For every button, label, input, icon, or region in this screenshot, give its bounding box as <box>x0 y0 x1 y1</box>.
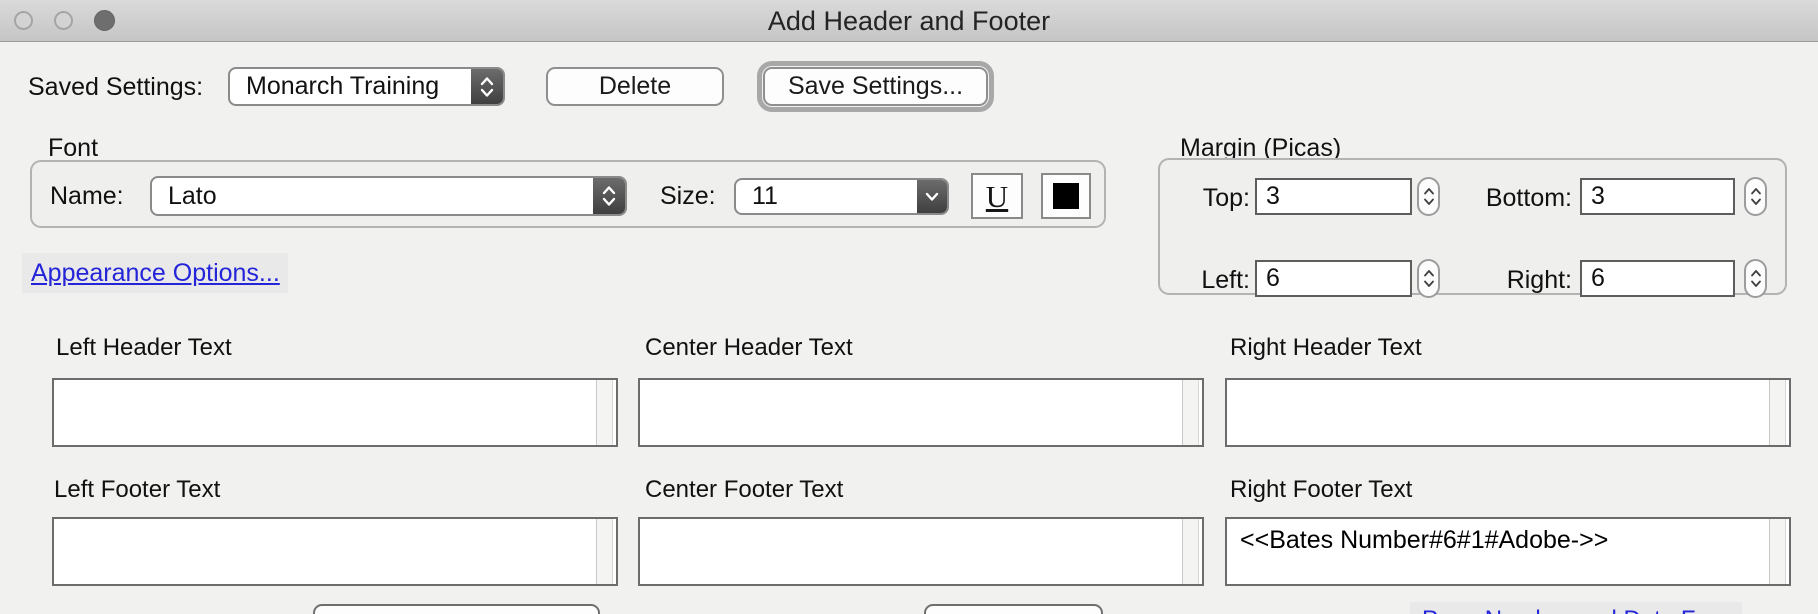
margin-left-stepper[interactable] <box>1417 259 1440 298</box>
partial-bottom-button-right[interactable] <box>924 604 1103 614</box>
margin-bottom-field[interactable]: 3 <box>1580 178 1735 215</box>
margin-left-label: Left: <box>1201 266 1250 294</box>
margin-bottom-value: 3 <box>1591 182 1605 210</box>
font-size-combo[interactable]: 11 <box>734 178 949 215</box>
partial-bottom-button-left[interactable] <box>313 604 600 614</box>
left-footer-label: Left Footer Text <box>54 476 221 503</box>
margin-right-stepper[interactable] <box>1744 259 1767 298</box>
saved-settings-select[interactable]: Monarch Training <box>228 67 505 106</box>
left-header-textarea[interactable] <box>52 378 618 447</box>
margin-left-value: 6 <box>1266 264 1280 292</box>
right-footer-label: Right Footer Text <box>1230 476 1413 503</box>
font-group-title: Font <box>48 134 99 162</box>
stepper-up-icon <box>1423 188 1434 195</box>
center-header-label: Center Header Text <box>645 334 853 361</box>
center-footer-label: Center Footer Text <box>645 476 844 503</box>
save-settings-button[interactable]: Save Settings... <box>757 61 994 112</box>
saved-settings-label: Saved Settings: <box>28 73 204 101</box>
color-swatch-icon <box>1053 183 1079 209</box>
right-header-textarea[interactable] <box>1225 378 1791 447</box>
margin-right-value: 6 <box>1591 264 1605 292</box>
scrollbar[interactable] <box>596 519 613 584</box>
margin-group-box: Top: 3 Bottom: 3 Left: 6 Right: 6 <box>1158 158 1787 298</box>
margin-top-field[interactable]: 3 <box>1255 178 1412 215</box>
window-title: Add Header and Footer <box>767 6 1051 36</box>
margin-top-value: 3 <box>1266 182 1280 210</box>
left-header-label: Left Header Text <box>56 334 232 361</box>
margin-top-label: Top: <box>1202 184 1250 212</box>
add-header-footer-dialog: Add Header and Footer Saved Settings: Mo… <box>0 0 1818 614</box>
right-header-label: Right Header Text <box>1230 334 1422 361</box>
center-footer-textarea[interactable] <box>638 517 1204 586</box>
font-size-label: Size: <box>660 182 716 210</box>
stepper-down-icon <box>1423 198 1434 205</box>
save-settings-button-label: Save Settings... <box>787 72 964 100</box>
delete-button[interactable]: Delete <box>546 67 724 106</box>
font-name-select[interactable]: Lato <box>150 176 627 216</box>
underline-button[interactable]: U <box>971 173 1023 219</box>
scrollbar[interactable] <box>1769 380 1786 445</box>
page-number-date-format-label: Page Number and Date Format... <box>1422 606 1742 614</box>
margin-bottom-label: Bottom: <box>1485 184 1572 212</box>
left-footer-textarea[interactable] <box>52 517 618 586</box>
margin-right-field[interactable]: 6 <box>1580 260 1735 297</box>
scrollbar[interactable] <box>1182 519 1199 584</box>
font-color-button[interactable] <box>1041 173 1091 219</box>
font-name-value: Lato <box>168 181 217 210</box>
scrollbar[interactable] <box>596 380 613 445</box>
page-number-date-format-link[interactable]: Page Number and Date Format... <box>1410 602 1742 614</box>
popup-up-down-icon <box>471 69 503 104</box>
margin-bottom-stepper[interactable] <box>1744 177 1767 216</box>
center-header-textarea[interactable] <box>638 378 1204 447</box>
combo-down-icon <box>917 180 947 213</box>
font-group-box: Name: Lato Size: 11 U <box>30 160 1106 228</box>
stepper-up-icon <box>1423 270 1434 277</box>
appearance-options-link[interactable]: Appearance Options... <box>31 259 280 288</box>
title-bar: Add Header and Footer <box>0 0 1818 42</box>
stepper-up-icon <box>1750 270 1761 277</box>
margin-right-label: Right: <box>1506 266 1572 294</box>
scrollbar[interactable] <box>1182 380 1199 445</box>
margin-left-field[interactable]: 6 <box>1255 260 1412 297</box>
popup-up-down-icon <box>593 178 625 214</box>
delete-button-label: Delete <box>598 72 672 100</box>
stepper-down-icon <box>1750 280 1761 287</box>
stepper-down-icon <box>1750 198 1761 205</box>
font-size-value: 11 <box>752 182 778 210</box>
stepper-up-icon <box>1750 188 1761 195</box>
margin-top-stepper[interactable] <box>1417 177 1440 216</box>
right-footer-text: <<Bates Number#6#1#Adobe->> <box>1240 526 1609 554</box>
underline-button-label: U <box>985 178 1009 214</box>
saved-settings-value: Monarch Training <box>246 72 440 100</box>
font-name-label: Name: <box>50 182 124 210</box>
scrollbar[interactable] <box>1769 519 1786 584</box>
right-footer-textarea[interactable]: <<Bates Number#6#1#Adobe->> <box>1225 517 1791 586</box>
stepper-down-icon <box>1423 280 1434 287</box>
